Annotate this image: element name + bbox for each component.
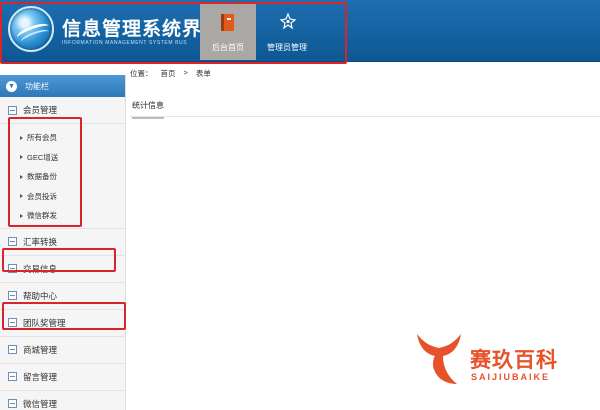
sidebar-item-label: 商城管理 [23,344,58,355]
breadcrumb-home-link[interactable]: 首页 [161,68,176,79]
breadcrumb-prefix: 位置： [130,69,153,78]
calendar-icon [8,345,17,354]
gear-icon [279,12,297,30]
divider [130,116,600,117]
sidebar-item-label: 会员管理 [23,105,58,115]
sidebar-item-transactions[interactable]: 交易信息 [0,256,125,283]
sidebar-item-label: 帮助中心 [23,290,58,301]
list-icon [8,264,17,273]
app-subtitle: INFORMATION MANAGEMENT SYSTEM BUS [62,40,188,46]
sidebar-item-label: 汇率转换 [23,236,58,247]
list-icon [8,105,17,115]
watermark-text: 赛玖百科 [470,349,558,372]
book-icon [221,14,234,31]
submenu-item-label: 微信群发 [27,211,57,221]
edit-icon [8,372,17,381]
triangle-right-icon [20,135,23,140]
tab-admin-management[interactable]: 管理员管理 [256,4,318,60]
submenu-item-label: 会员投诉 [27,191,57,201]
app-title: 信息管理系统界面 [62,19,223,40]
submenu-item-label: 数据备份 [27,172,57,182]
sidebar: ▼ 功能栏 会员管理 所有会员 GEC增送 数据备份 会员投诉 微信群发 汇率转… [0,75,126,410]
breadcrumb-separator: > [183,68,188,77]
app-header: 信息管理系统界面 INFORMATION MANAGEMENT SYSTEM B… [0,0,600,62]
whale-tail-logo-icon [417,334,461,384]
submenu-item-label: GEC增送 [27,152,59,162]
app-logo-icon [8,6,54,52]
watermark-subtext: SAIJIUBAIKE [471,372,551,382]
submenu-item-all-members[interactable]: 所有会员 [0,128,125,148]
sidebar-header-label: 功能栏 [25,81,49,91]
sidebar-item-mall[interactable]: 商城管理 [0,337,125,364]
member-submenu: 所有会员 GEC增送 数据备份 会员投诉 微信群发 [0,124,125,229]
sidebar-item-label: 留言管理 [23,371,58,382]
exchange-icon [8,237,17,246]
submenu-item-wechat-broadcast[interactable]: 微信群发 [0,206,125,226]
sidebar-item-wechat[interactable]: 微信管理 [0,391,125,410]
tab-home[interactable]: 后台首页 [200,4,256,60]
sidebar-header[interactable]: ▼ 功能栏 [0,75,125,97]
submenu-item-complaints[interactable]: 会员投诉 [0,187,125,207]
sidebar-item-help-center[interactable]: 帮助中心 [0,283,125,310]
sidebar-item-team-bonus[interactable]: 团队奖管理 [0,310,125,337]
triangle-right-icon [20,155,23,160]
calendar-icon [8,399,17,408]
submenu-item-backup[interactable]: 数据备份 [0,167,125,187]
sidebar-item-label: 微信管理 [23,398,58,409]
breadcrumb: 位置： 首页 > 表单 [130,68,211,79]
submenu-item-gec[interactable]: GEC增送 [0,148,125,168]
calendar-icon [8,318,17,327]
triangle-right-icon [20,213,23,218]
chevron-down-icon: ▼ [6,80,17,92]
tab-admin-label: 管理员管理 [267,43,307,52]
submenu-item-label: 所有会员 [27,133,57,143]
tab-home-label: 后台首页 [212,43,244,52]
triangle-right-icon [20,194,23,199]
breadcrumb-current: 表单 [195,69,211,78]
sidebar-item-label: 团队奖管理 [23,317,66,328]
edit-icon [8,291,17,300]
sidebar-item-messages[interactable]: 留言管理 [0,364,125,391]
sidebar-item-exchange-rate[interactable]: 汇率转换 [0,229,125,256]
sidebar-item-member-management[interactable]: 会员管理 [0,97,125,124]
triangle-right-icon [20,174,23,179]
sidebar-item-label: 交易信息 [23,263,58,274]
